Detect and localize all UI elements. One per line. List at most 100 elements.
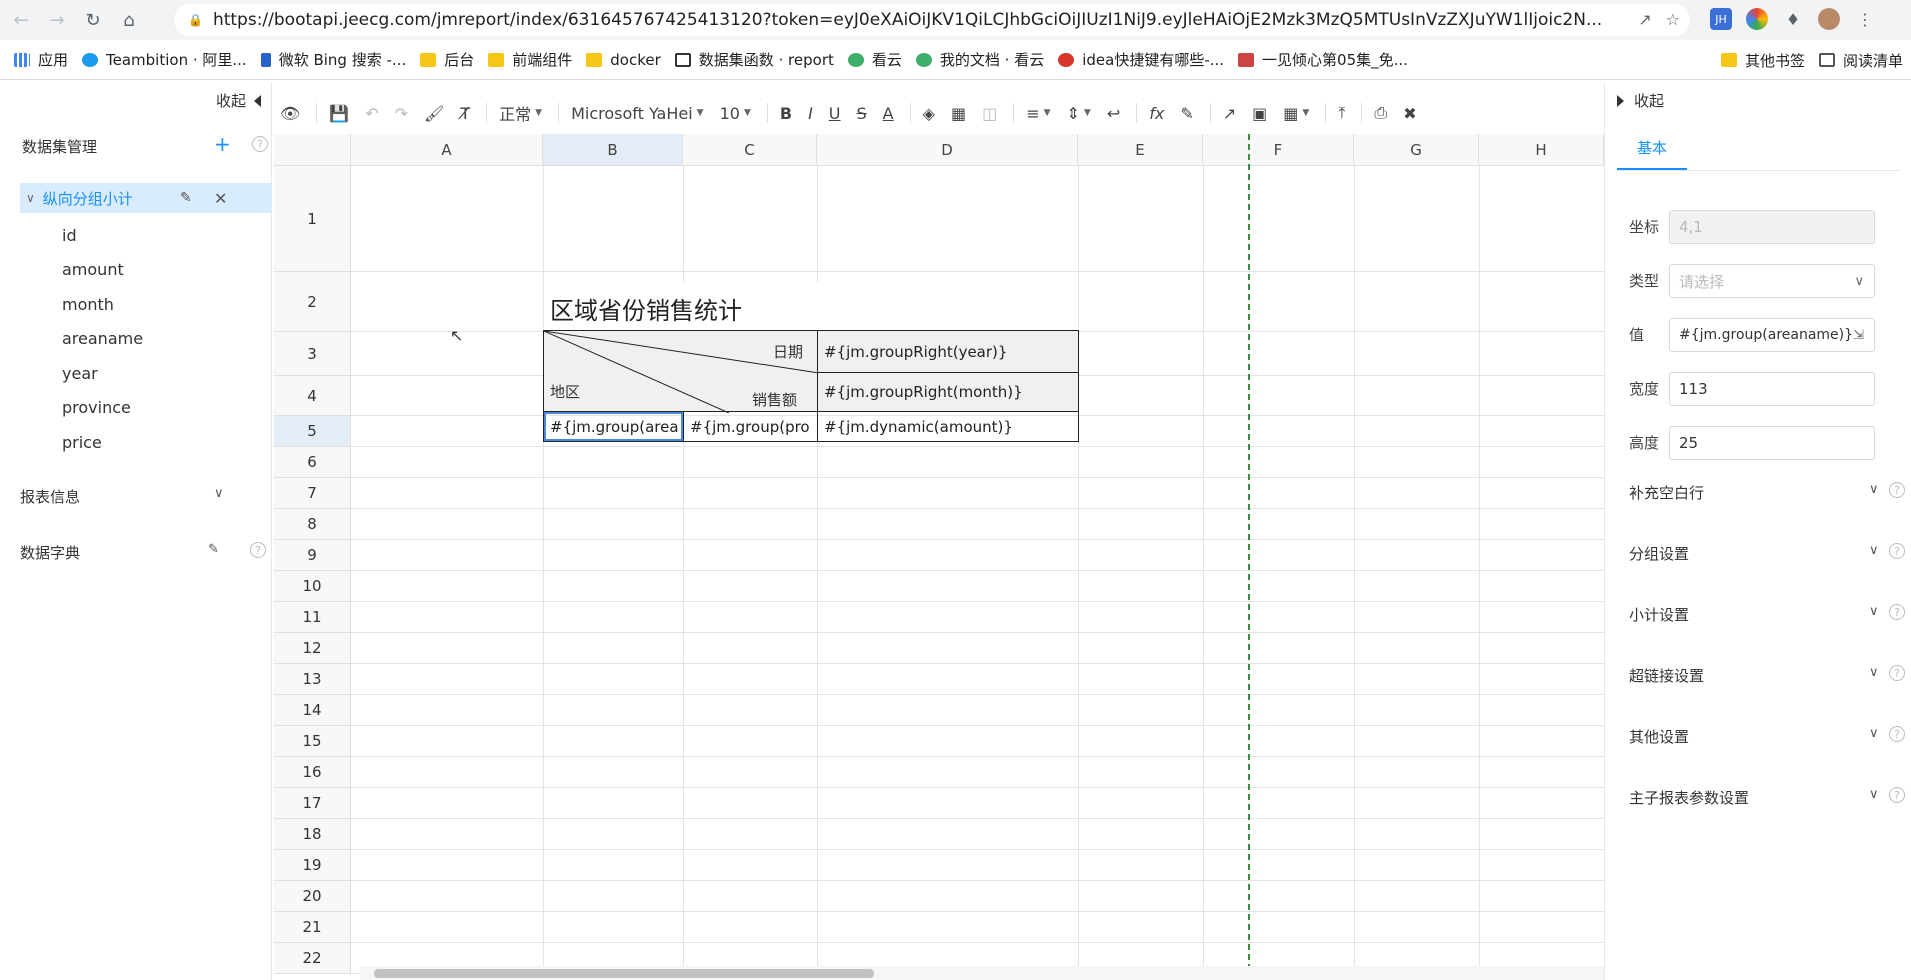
chevron-down-icon[interactable]: ∨ (1869, 604, 1879, 619)
data-dict-section[interactable]: 数据字典 ✎ ? (20, 542, 266, 563)
section-hyperlink[interactable]: 超链接设置 ∨? (1629, 665, 1905, 686)
bookmark-video[interactable]: 一见倾心第05集_免... (1238, 49, 1408, 70)
field-item[interactable]: areaname (62, 329, 143, 348)
help-icon[interactable]: ? (252, 136, 268, 152)
cell-d5[interactable]: #{jm.dynamic(amount)} (817, 411, 1079, 442)
tools-icon[interactable]: ✖ (1397, 97, 1422, 129)
row-header[interactable]: 14 (274, 695, 351, 726)
border-icon[interactable]: ▦ (945, 97, 972, 129)
wrap-text-icon[interactable]: ↩ (1101, 97, 1126, 129)
image-icon[interactable]: ▣ (1246, 97, 1273, 129)
print-icon[interactable]: ⎙ (1368, 97, 1393, 129)
chevron-down-icon[interactable]: ∨ (1869, 665, 1879, 680)
chart-icon[interactable]: ↗ (1217, 97, 1242, 129)
section-subreport-params[interactable]: 主子报表参数设置 ∨? (1629, 787, 1905, 808)
formula-edit-icon[interactable]: ✎ (1174, 97, 1199, 129)
report-title[interactable]: 区域省份销售统计 (544, 282, 924, 334)
preview-icon[interactable]: 👁 (274, 97, 306, 129)
type-select[interactable]: 请选择 ∨ (1669, 264, 1875, 298)
widget-icon[interactable]: ▦ ▼ (1277, 97, 1315, 129)
column-header[interactable]: A (351, 134, 543, 166)
function-icon[interactable]: fx (1143, 97, 1170, 129)
reading-list[interactable]: 阅读清单 (1818, 50, 1903, 71)
bookmark-other[interactable]: 其他书签 (1720, 50, 1805, 71)
column-header[interactable]: H (1479, 134, 1604, 166)
help-icon[interactable]: ? (1889, 726, 1905, 742)
row-header[interactable]: 7 (274, 478, 351, 509)
dataset-item[interactable]: ∨ 纵向分组小计 ✎ ✕ (20, 183, 272, 213)
clear-format-icon[interactable]: T̸ (454, 97, 476, 129)
row-header[interactable]: 20 (274, 881, 351, 912)
field-item[interactable]: month (62, 295, 114, 314)
column-header[interactable]: G (1354, 134, 1479, 166)
row-header[interactable]: 13 (274, 664, 351, 695)
row-header[interactable]: 3 (274, 332, 351, 376)
bookmark-bing[interactable]: 微软 Bing 搜索 -... (260, 49, 406, 70)
column-header[interactable]: D (817, 134, 1078, 166)
report-info-section[interactable]: 报表信息 ∨ (20, 486, 230, 507)
row-header[interactable]: 6 (274, 447, 351, 478)
bookmark-teambition[interactable]: Teambition · 阿里... (82, 49, 247, 70)
width-field[interactable]: 113 (1669, 372, 1875, 406)
italic-icon[interactable]: I (802, 97, 819, 129)
cell-d3[interactable]: #{jm.groupRight(year)} (817, 330, 1079, 373)
collapse-right-button[interactable]: 收起 (1617, 90, 1664, 111)
address-bar[interactable]: 🔒 https://bootapi.jeecg.com/jmreport/ind… (174, 4, 1690, 36)
row-header[interactable]: 10 (274, 571, 351, 602)
align-icon[interactable]: ≡ ▼ (1020, 97, 1056, 129)
field-item[interactable]: id (62, 226, 77, 245)
puzzle-icon[interactable]: ♦ (1782, 8, 1804, 30)
column-header[interactable]: E (1078, 134, 1203, 166)
help-icon[interactable]: ? (1889, 604, 1905, 620)
column-header[interactable]: B (543, 134, 683, 166)
chevron-down-icon[interactable]: ∨ (1869, 787, 1879, 802)
tab-basic[interactable]: 基本 (1617, 134, 1687, 170)
diagonal-header-cell[interactable]: 日期 地区 销售额 (543, 330, 819, 413)
section-group[interactable]: 分组设置 ∨? (1629, 543, 1905, 564)
field-item[interactable]: price (62, 433, 102, 452)
section-subtotal[interactable]: 小计设置 ∨? (1629, 604, 1905, 625)
section-other[interactable]: 其他设置 ∨? (1629, 726, 1905, 747)
edit-icon[interactable]: ✎ (180, 190, 192, 206)
bookmark-report[interactable]: 数据集函数 · report (674, 49, 834, 70)
redo-icon[interactable]: ↷ (389, 97, 414, 129)
spreadsheet[interactable]: A B C D E F G H 1 2 3 4 5 6 7 8 9 10 11 12 13 14 15 16 1… (274, 134, 1604, 980)
cell-d4[interactable]: #{jm.groupRight(month)} (817, 372, 1079, 412)
reload-icon[interactable]: ↻ (78, 5, 108, 35)
save-icon[interactable]: 💾 (323, 97, 355, 129)
cell-c5[interactable]: #{jm.group(pro (683, 411, 818, 442)
merge-cells-icon[interactable]: ◫ (976, 97, 1003, 129)
row-header[interactable]: 21 (274, 912, 351, 943)
star-icon[interactable]: ☆ (1666, 10, 1680, 29)
row-header[interactable]: 19 (274, 850, 351, 881)
help-icon[interactable]: ? (250, 542, 266, 558)
style-select[interactable]: 正常 ▼ (493, 97, 548, 129)
forward-icon[interactable]: → (42, 5, 72, 35)
font-select[interactable]: Microsoft YaHei ▼ (565, 97, 710, 129)
corner-cell[interactable] (274, 134, 351, 166)
font-size-select[interactable]: 10 ▼ (714, 97, 757, 129)
avatar[interactable] (1818, 8, 1840, 30)
bookmark-mydocs[interactable]: 我的文档 · 看云 (915, 49, 1044, 70)
bookmark-frontend[interactable]: 前端组件 (488, 49, 572, 70)
row-header[interactable]: 18 (274, 819, 351, 850)
column-header[interactable]: F (1203, 134, 1354, 166)
section-blank-rows[interactable]: 补充空白行 ∨? (1629, 482, 1905, 503)
home-icon[interactable]: ⌂ (114, 5, 144, 35)
chevron-down-icon[interactable]: ∨ (214, 486, 224, 501)
chrome-extension-icon[interactable] (1746, 8, 1768, 30)
share-icon[interactable]: ↗ (1638, 10, 1651, 29)
edit-icon[interactable]: ✎ (208, 542, 219, 557)
bookmark-idea[interactable]: idea快捷键有哪些-... (1058, 49, 1224, 70)
underline-icon[interactable]: U (823, 97, 847, 129)
height-field[interactable]: 25 (1669, 426, 1875, 460)
help-icon[interactable]: ? (1889, 482, 1905, 498)
fill-color-icon[interactable]: ◈ (917, 97, 941, 129)
strikethrough-icon[interactable]: S (851, 97, 873, 129)
back-icon[interactable]: ← (6, 5, 36, 35)
chevron-down-icon[interactable]: ∨ (26, 191, 35, 205)
cell-b5-selected[interactable]: #{jm.group(area (543, 411, 684, 442)
jh-extension-icon[interactable]: JH (1710, 8, 1732, 30)
scrollbar-thumb[interactable] (374, 969, 874, 978)
row-header[interactable]: 16 (274, 757, 351, 788)
